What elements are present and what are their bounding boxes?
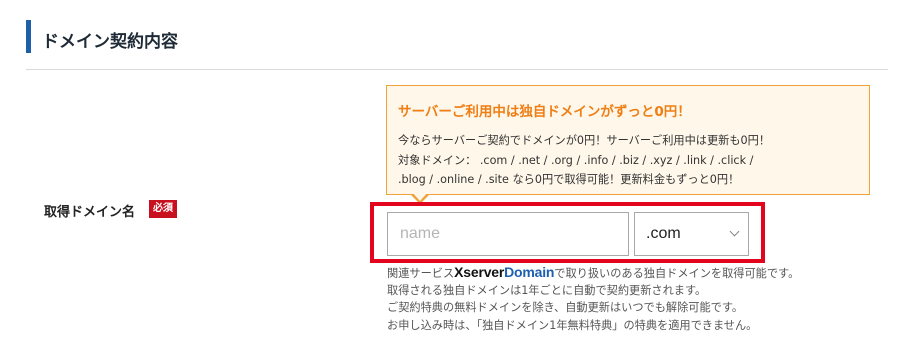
note-line-4: お申し込み時は、「独自ドメイン1年無料特典」の特典を適用できません。: [387, 318, 758, 332]
xserver-domain-logo-domain: Domain: [504, 264, 555, 280]
section-accent-bar: [26, 20, 31, 53]
domain-name-input[interactable]: [387, 212, 629, 256]
chevron-down-icon: [729, 226, 740, 237]
promo-heading: サーバーご利用中は独自ドメインがずっと0円！: [398, 104, 691, 120]
xserver-domain-logo-xserver: Xserver: [454, 264, 505, 280]
note-line-1: 関連サービスXserverDomainで取り扱いのある独自ドメインを取得可能です…: [387, 264, 799, 282]
tld-select[interactable]: .com: [634, 212, 749, 256]
promo-text-line-1: 今ならサーバーご契約でドメインが0円！サーバーご利用中は更新も0円！: [398, 134, 771, 147]
promo-callout-pointer-fill: [412, 192, 428, 201]
note-line-2: 取得される独自ドメインは1年ごとに自動で契約更新されます。: [387, 283, 707, 297]
tld-selected-value: .com: [646, 225, 681, 242]
note-line-3: ご契約特典の無料ドメインを除き、自動更新はいつでも解除可能です。: [387, 301, 744, 315]
section-title: ドメイン契約内容: [42, 32, 178, 52]
promo-text-line-3: .blog / .online / .site なら0円で取得可能！更新料金もず…: [398, 173, 740, 186]
required-badge: 必須: [149, 200, 177, 218]
note-line-1-prefix: 関連サービス: [387, 267, 455, 280]
section-header: ドメイン契約内容: [26, 17, 888, 70]
domain-name-label: 取得ドメイン名: [44, 205, 136, 220]
promo-callout: サーバーご利用中は独自ドメインがずっと0円！ 今ならサーバーご契約でドメインが0…: [386, 85, 870, 195]
promo-text-line-2: 対象ドメイン： .com / .net / .org / .info / .bi…: [398, 154, 754, 167]
note-line-1-suffix: で取り扱いのある独自ドメインを取得可能です。: [554, 267, 800, 280]
domain-notes: 関連サービスXserverDomainで取り扱いのある独自ドメインを取得可能です…: [387, 264, 799, 334]
